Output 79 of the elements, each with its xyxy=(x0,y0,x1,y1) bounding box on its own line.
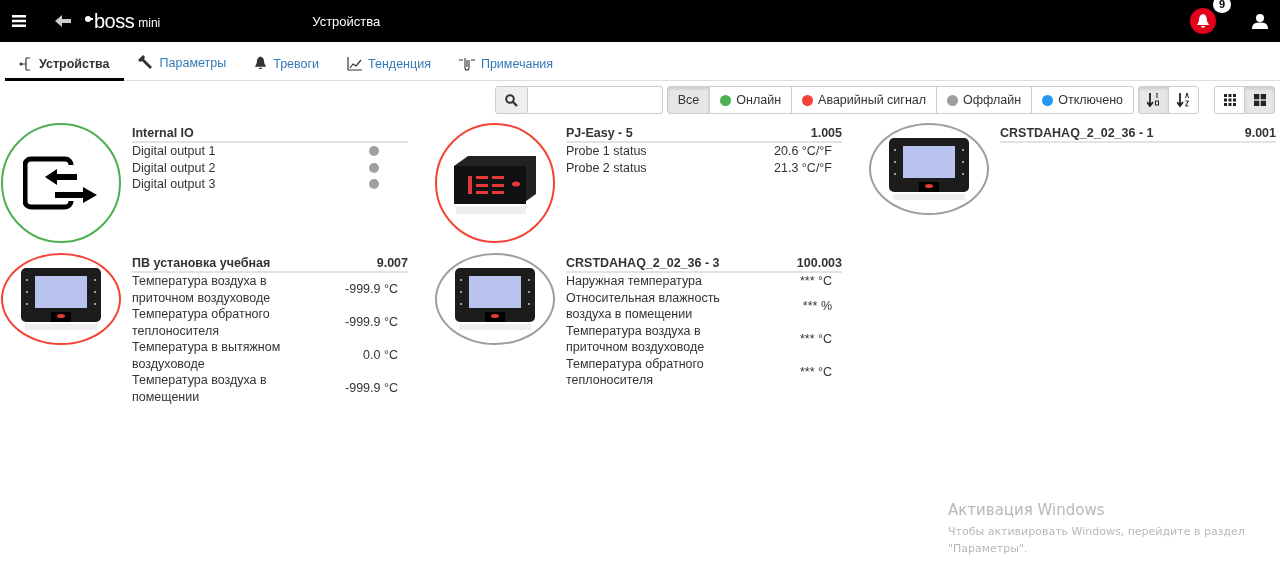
activation-text: Чтобы активировать Windows, перейдите в раздел "Параметры". xyxy=(948,524,1246,557)
device-header[interactable]: CRSTDAHAQ_2_02_36 - 1 9.001 xyxy=(1000,123,1276,143)
filter-button[interactable]: Все xyxy=(666,86,711,114)
device-address: 1.005 xyxy=(810,126,842,140)
page-title: Устройства xyxy=(312,13,381,29)
variable-label: Probe 2 status xyxy=(566,159,648,176)
menu-icon[interactable] xyxy=(12,15,26,27)
variable-value: *** % xyxy=(802,297,833,315)
variable-value: 21.3 °C/°F xyxy=(774,159,833,176)
variable-value: -999.9 °C xyxy=(345,281,399,298)
variable-label: Наружная температура xyxy=(566,273,703,290)
variable-value: *** °C xyxy=(799,363,833,381)
filter-button[interactable]: Оффлайн xyxy=(936,86,1033,114)
wrench-icon xyxy=(137,55,154,71)
activation-title: Активация Windows xyxy=(948,501,1106,519)
device-name: CRSTDAHAQ_2_02_36 - 3 xyxy=(566,256,720,270)
variable-label: Температура в вытяжном воздуховоде xyxy=(132,339,282,372)
variable-label: Digital output 2 xyxy=(132,159,217,176)
device-name: CRSTDAHAQ_2_02_36 - 1 xyxy=(1000,126,1154,140)
user-icon[interactable] xyxy=(1252,13,1268,29)
device-header[interactable]: CRSTDAHAQ_2_02_36 - 3 100.003 xyxy=(566,253,842,273)
back-arrow-icon[interactable] xyxy=(55,15,71,27)
device-header[interactable]: PJ-Easy - 5 1.005 xyxy=(566,123,842,143)
tab[interactable]: Параметры xyxy=(123,55,241,81)
search-field[interactable] xyxy=(527,86,663,114)
device-name: PJ-Easy - 5 xyxy=(566,126,633,140)
tab[interactable]: Тревоги xyxy=(240,56,334,81)
tab[interactable]: Тенденция xyxy=(333,57,445,81)
tab[interactable]: Примечания xyxy=(444,57,568,81)
variable-label: Digital output 1 xyxy=(132,143,217,160)
search-icon xyxy=(504,93,518,107)
logo: boss mini xyxy=(85,10,161,32)
device-image[interactable] xyxy=(1,123,121,243)
filter-button[interactable]: Онлайн xyxy=(709,86,793,114)
view-button[interactable] xyxy=(1214,86,1245,114)
tab[interactable]: Устройства xyxy=(5,57,124,81)
variable-label: Температура воздуха в приточном воздуховоде xyxy=(132,273,272,306)
variable-label: Температура воздуха в помещении xyxy=(132,372,268,405)
variable-label: Probe 1 status xyxy=(566,143,648,160)
filter-button[interactable]: Отключено xyxy=(1031,86,1134,114)
device-image[interactable] xyxy=(435,123,555,243)
device-header[interactable]: ПВ установка учебная 9.007 xyxy=(132,253,408,273)
view-button[interactable] xyxy=(1244,86,1275,114)
device-name: Internal IO xyxy=(132,126,194,140)
bell-icon xyxy=(254,56,268,71)
device-address: 9.001 xyxy=(1244,126,1276,140)
sort-button[interactable] xyxy=(1138,86,1169,114)
device-header[interactable]: Internal IO xyxy=(132,123,408,143)
filter-button[interactable]: Аварийный сигнал xyxy=(791,86,938,114)
variable-label: Температура обратного теплоносителя xyxy=(132,306,271,339)
device-image[interactable] xyxy=(869,123,989,215)
bell-icon xyxy=(1196,13,1210,29)
large-grid-icon xyxy=(1253,94,1266,106)
search-button[interactable] xyxy=(494,86,528,114)
sort-button[interactable] xyxy=(1168,86,1199,114)
notification-count: 9 xyxy=(1213,0,1231,13)
variable-label: Температура обратного теплоносителя xyxy=(566,355,705,389)
line-chart-icon xyxy=(347,57,363,71)
variable-value: 20.6 °C/°F xyxy=(774,143,833,160)
device-image[interactable] xyxy=(1,253,121,345)
device-address: 9.007 xyxy=(376,256,408,270)
variable-label: Температура воздуха в приточном воздуховоде xyxy=(566,322,706,356)
device-address: 100.003 xyxy=(796,256,842,270)
notifications-button[interactable] xyxy=(1190,8,1216,34)
sort-numeric-icon xyxy=(1146,93,1161,107)
variable-value: -999.9 °C xyxy=(345,314,399,331)
input-output-icon xyxy=(23,155,99,211)
tree-icon xyxy=(19,57,33,71)
sort-alpha-icon xyxy=(1176,93,1191,107)
device-name: ПВ установка учебная xyxy=(132,256,271,270)
small-grid-icon xyxy=(1223,94,1236,106)
variable-label: Digital output 3 xyxy=(132,176,217,193)
device-image[interactable] xyxy=(435,253,555,345)
paperclip-icon xyxy=(458,57,475,71)
variable-value: *** °C xyxy=(799,273,833,290)
variable-value: *** °C xyxy=(799,330,833,348)
variable-value: 0.0 °C xyxy=(363,347,399,364)
variable-label: Относительная влажность воздуха в помещении xyxy=(566,289,721,323)
variable-value: -999.9 °C xyxy=(345,380,399,397)
